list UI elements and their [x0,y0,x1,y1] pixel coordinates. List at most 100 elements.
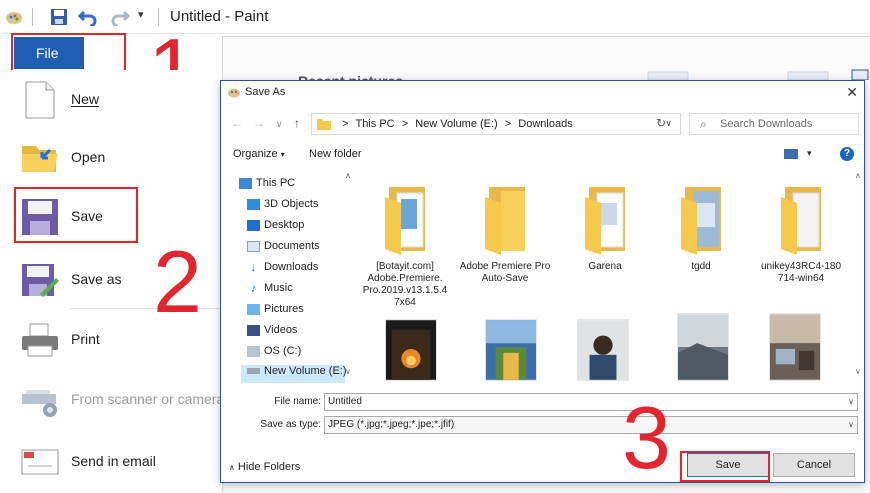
menu-item-from-scanner[interactable]: From scanner or camera [0,370,225,430]
step-number-3: 3 [622,388,671,487]
chevron-down-icon[interactable]: ∨ [848,417,854,433]
folder-label: tgdd [691,261,711,272]
music-note-icon: ♪ [250,280,257,295]
email-icon [21,449,59,475]
menu-item-open[interactable]: Open [0,128,222,188]
refresh-icon[interactable]: ↻ [656,116,666,130]
folder-icon [681,187,721,255]
help-icon[interactable]: ? [840,147,854,161]
nav-item-pictures[interactable]: Pictures [247,303,304,321]
save-as-type-value: JPEG (*.jpg;*.jpeg;*.jpe;*.jfif) [328,419,455,430]
folder-item[interactable]: tgdd [655,173,747,293]
breadcrumb-this-pc[interactable]: This PC [356,118,395,130]
folder-label: Garena [588,261,622,272]
cancel-button[interactable]: Cancel [773,453,855,477]
address-path: > This PC > New Volume (E:) > Downloads [342,118,577,130]
hide-folders-button[interactable]: ∧ Hide Folders [229,461,300,473]
desktop-icon [247,219,260,231]
organize-label: Organize [233,148,278,160]
search-input[interactable]: ⌕ Search Downloads [689,113,859,135]
forward-arrow-icon[interactable]: → [253,116,265,130]
open-folder-icon [22,146,58,172]
undo-icon[interactable] [78,8,98,26]
folder-item[interactable]: Adobe Premiere Pro Auto-Save [459,173,551,293]
document-icon [247,240,260,252]
breadcrumb-separator: > [504,118,512,130]
navigation-pane: This PC 3D Objects Desktop Documents ↓ Do… [221,171,356,383]
nav-item-videos[interactable]: Videos [247,324,297,342]
file-list-scrollbar[interactable]: ∧ ∨ [855,171,864,381]
menu-label-open: Open [71,149,106,165]
new-file-icon [25,81,55,119]
breadcrumb-downloads[interactable]: Downloads [518,118,572,130]
scanner-icon [22,390,57,417]
search-placeholder: Search Downloads [720,118,813,130]
file-name-field[interactable]: Untitled ∨ [324,393,858,411]
image-thumbnail[interactable] [577,319,629,381]
nav-item-documents[interactable]: Documents [247,240,320,258]
nav-item-music[interactable]: ♪ Music [247,282,293,300]
dialog-title: Save As [245,86,286,98]
cube-icon [247,198,260,210]
folder-label: [Botayit.com] Adobe.Premiere. Pro.2019.v… [362,261,448,308]
chevron-down-icon[interactable]: ∨ [848,394,854,410]
menu-item-new[interactable]: New [0,70,222,130]
scroll-down-icon[interactable]: ∨ [345,367,351,376]
breadcrumb-new-volume[interactable]: New Volume (E:) [415,118,498,130]
menu-item-send-email[interactable]: Send in email [0,432,222,492]
save-as-type-label: Save as type: [260,419,321,430]
customize-qat-icon[interactable]: ▾ [138,8,144,26]
nav-label: OS (C:) [264,345,302,357]
scroll-down-icon[interactable]: ∨ [855,367,861,376]
scroll-up-icon[interactable]: ∧ [345,171,351,180]
folder-item[interactable]: Garena [559,173,651,293]
nav-label: Downloads [264,261,319,273]
view-options-icon[interactable] [784,149,798,159]
hide-folders-label: Hide Folders [237,461,301,473]
nav-label: 3D Objects [264,198,319,210]
nav-label: Desktop [264,219,305,231]
nav-label: Music [264,282,293,294]
step-number-2: 2 [153,232,202,331]
file-name-label: File name: [274,396,321,407]
recent-locations-icon[interactable]: ∨ [276,119,283,130]
menu-label-from-scanner: From scanner or camera [71,391,225,407]
save-as-icon [22,264,59,297]
folder-icon [485,187,525,255]
chevron-down-icon[interactable]: ∨ [665,118,672,129]
save-as-type-select[interactable]: JPEG (*.jpg;*.jpeg;*.jpe;*.jfif) ∨ [324,416,858,434]
address-path-box[interactable]: > This PC > New Volume (E:) > Downloads … [311,113,681,135]
organize-button[interactable]: Organize ▾ [233,148,285,160]
nav-item-downloads[interactable]: ↓ Downloads [247,261,319,279]
image-thumbnail[interactable] [677,313,729,381]
close-icon[interactable]: ✕ [846,84,858,101]
printer-icon [22,323,58,357]
nav-label: New Volume (E:) [264,365,347,377]
drive-icon [247,345,260,357]
nav-item-new-volume[interactable]: New Volume (E:) [241,365,347,383]
up-arrow-icon[interactable]: ↑ [294,116,300,130]
new-folder-button[interactable]: New folder [309,148,362,160]
breadcrumb-separator: > [342,118,349,130]
paint-app-icon [6,12,22,24]
image-thumbnail[interactable] [769,313,821,381]
nav-item-this-pc[interactable]: This PC [239,177,295,195]
image-thumbnail[interactable] [485,319,537,381]
image-thumbnail[interactable] [385,319,437,381]
navigation-scrollbar[interactable]: ∧ ∨ [343,171,355,381]
save-quick-icon[interactable] [50,8,68,26]
pictures-icon [247,303,260,315]
nav-label: Pictures [264,303,304,315]
chevron-down-icon[interactable]: ▾ [807,148,812,159]
nav-item-desktop[interactable]: Desktop [247,219,304,237]
redo-icon[interactable] [110,8,130,26]
folder-item[interactable]: [Botayit.com] Adobe.Premiere. Pro.2019.v… [359,173,451,308]
command-bar: Organize ▾ New folder ▾ ? [221,143,864,167]
folder-item[interactable]: unikey43RC4-180 714-win64 [755,173,847,293]
scroll-up-icon[interactable]: ∧ [855,171,861,180]
back-arrow-icon[interactable]: ← [231,116,243,130]
breadcrumb-separator: > [401,118,409,130]
highlight-box-save [14,187,138,243]
nav-item-3d-objects[interactable]: 3D Objects [247,198,318,216]
nav-item-os-c[interactable]: OS (C:) [247,345,301,363]
